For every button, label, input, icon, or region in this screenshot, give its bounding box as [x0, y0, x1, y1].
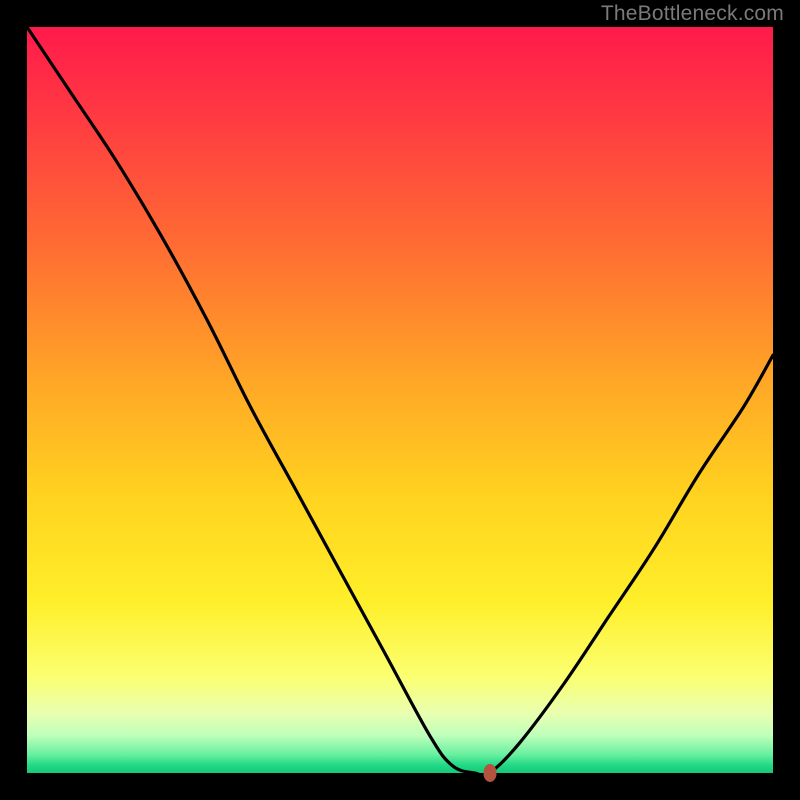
chart-frame: TheBottleneck.com: [0, 0, 800, 800]
bottleneck-curve: [27, 27, 773, 773]
attribution-text: TheBottleneck.com: [601, 2, 784, 26]
optimum-marker: [483, 764, 496, 782]
plot-area: [27, 27, 773, 773]
